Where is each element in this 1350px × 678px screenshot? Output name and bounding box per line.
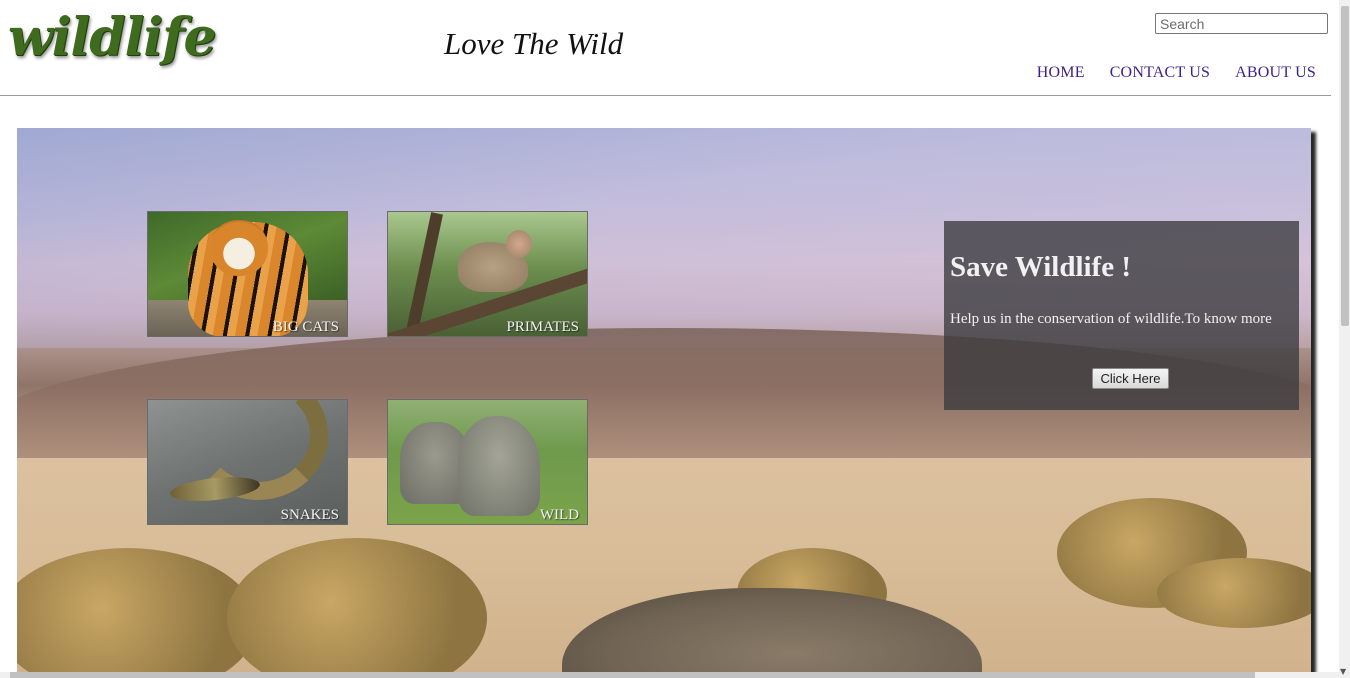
category-tile-big-cats[interactable]: BIG CATS <box>147 211 348 337</box>
category-label: WILD <box>539 507 579 523</box>
tiger-image <box>148 212 347 336</box>
monkey-image <box>388 212 587 336</box>
nav-home-link[interactable]: HOME <box>1037 64 1085 82</box>
click-here-button[interactable]: Click Here <box>1092 368 1169 389</box>
nav-about-link[interactable]: ABOUT US <box>1235 64 1316 82</box>
search-input[interactable] <box>1155 13 1328 34</box>
vertical-scrollbar[interactable]: ▼ <box>1339 0 1350 678</box>
category-tile-wild[interactable]: WILD <box>387 399 588 525</box>
site-logo[interactable]: wildlife <box>8 8 217 68</box>
category-label: BIG CATS <box>272 319 339 335</box>
panel-title: Save Wildlife ! <box>950 251 1131 283</box>
save-wildlife-panel: Save Wildlife ! Help us in the conservat… <box>944 221 1299 410</box>
category-tile-snakes[interactable]: SNAKES <box>147 399 348 525</box>
nav-contact-link[interactable]: CONTACT US <box>1110 64 1210 82</box>
category-label: PRIMATES <box>506 319 579 335</box>
scroll-down-arrow-icon[interactable]: ▼ <box>1340 667 1346 676</box>
horizontal-scroll-thumb[interactable] <box>10 672 1255 678</box>
main-nav: HOME CONTACT US ABOUT US <box>1037 64 1316 82</box>
panel-text: Help us in the conservation of wildlife.… <box>950 311 1272 327</box>
elephant-image <box>388 400 587 524</box>
vertical-scroll-thumb[interactable] <box>1341 6 1349 326</box>
category-label: SNAKES <box>280 507 339 523</box>
header-divider <box>0 95 1331 96</box>
horizontal-scrollbar[interactable] <box>0 672 1339 678</box>
category-tile-primates[interactable]: PRIMATES <box>387 211 588 337</box>
site-tagline: Love The Wild <box>444 26 624 61</box>
snake-image <box>148 400 347 524</box>
